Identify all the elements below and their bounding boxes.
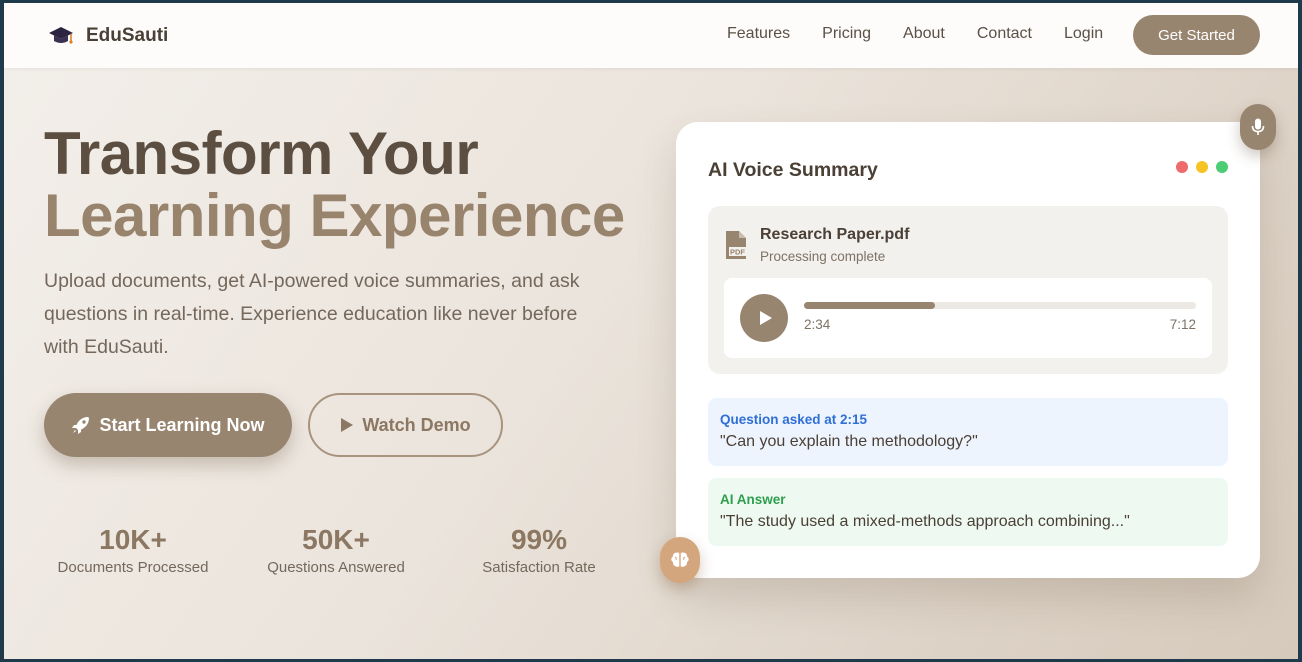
nav-links: Features Pricing About Contact Login	[727, 25, 1135, 43]
hero-title-line1: Transform Your	[44, 120, 479, 187]
brand-name: EduSauti	[86, 25, 169, 46]
answer-bubble: AI Answer "The study used a mixed-method…	[708, 478, 1228, 546]
window-dot-red	[1176, 161, 1188, 173]
file-panel: PDF Research Paper.pdf Processing comple…	[708, 206, 1228, 374]
brand-logo[interactable]: EduSauti	[48, 23, 168, 49]
question-text: "Can you explain the methodology?"	[720, 433, 978, 450]
hero-title-line2: Learning Experience	[44, 182, 625, 249]
total-time: 7:12	[1169, 317, 1196, 332]
audio-progress-bar[interactable]	[804, 302, 1196, 309]
start-learning-button[interactable]: Start Learning Now	[44, 393, 292, 457]
page: EduSauti Features Pricing About Contact …	[4, 3, 1298, 659]
watch-demo-button[interactable]: Watch Demo	[308, 393, 503, 457]
stat-value: 10K+	[99, 524, 167, 555]
microphone-icon	[1251, 118, 1265, 135]
question-bubble: Question asked at 2:15 "Can you explain …	[708, 398, 1228, 466]
play-icon	[759, 311, 772, 325]
stat-satisfaction: 99% Satisfaction Rate	[449, 523, 629, 576]
stat-label: Satisfaction Rate	[482, 559, 596, 576]
stat-value: 50K+	[302, 524, 370, 555]
hero-subtitle: Upload documents, get AI-powered voice s…	[44, 270, 580, 358]
get-started-button[interactable]: Get Started	[1133, 15, 1260, 55]
stat-label: Documents Processed	[57, 559, 209, 576]
audio-player: 2:34 7:12	[724, 278, 1212, 358]
hero-title: Transform Your Learning Experience	[44, 123, 625, 247]
stat-documents: 10K+ Documents Processed	[43, 523, 223, 576]
answer-label: AI Answer	[720, 492, 786, 507]
nav-link-login[interactable]: Login	[1064, 25, 1103, 43]
window-dot-green	[1216, 161, 1228, 173]
stat-questions: 50K+ Questions Answered	[246, 523, 426, 576]
play-button[interactable]	[740, 294, 788, 342]
pdf-file-icon: PDF	[726, 231, 747, 259]
window-dot-yellow	[1196, 161, 1208, 173]
microphone-button[interactable]	[1240, 104, 1276, 150]
card-title: AI Voice Summary	[708, 159, 878, 181]
current-time: 2:34	[804, 317, 831, 332]
file-status: Processing complete	[760, 249, 886, 264]
play-icon	[341, 418, 354, 432]
stat-label: Questions Answered	[267, 559, 405, 576]
graduation-cap-icon	[49, 27, 73, 44]
audio-progress-fill	[804, 302, 936, 309]
ai-voice-summary-card: AI Voice Summary PDF Research Paper.pdf …	[676, 122, 1260, 578]
navbar: EduSauti Features Pricing About Contact …	[4, 3, 1298, 68]
watch-demo-label: Watch Demo	[362, 414, 471, 435]
stat-value: 99%	[510, 524, 568, 555]
rocket-icon	[72, 417, 90, 434]
answer-text: "The study used a mixed-methods approach…	[720, 513, 1130, 530]
nav-link-features[interactable]: Features	[727, 25, 790, 43]
brain-button[interactable]	[660, 537, 700, 583]
question-label: Question asked at 2:15	[720, 412, 868, 427]
svg-text:PDF: PDF	[730, 248, 745, 257]
nav-link-contact[interactable]: Contact	[977, 25, 1032, 43]
file-name: Research Paper.pdf	[760, 226, 910, 243]
start-learning-label: Start Learning Now	[99, 414, 265, 435]
nav-link-about[interactable]: About	[903, 25, 945, 43]
nav-link-pricing[interactable]: Pricing	[822, 25, 871, 43]
brain-icon	[671, 552, 689, 567]
